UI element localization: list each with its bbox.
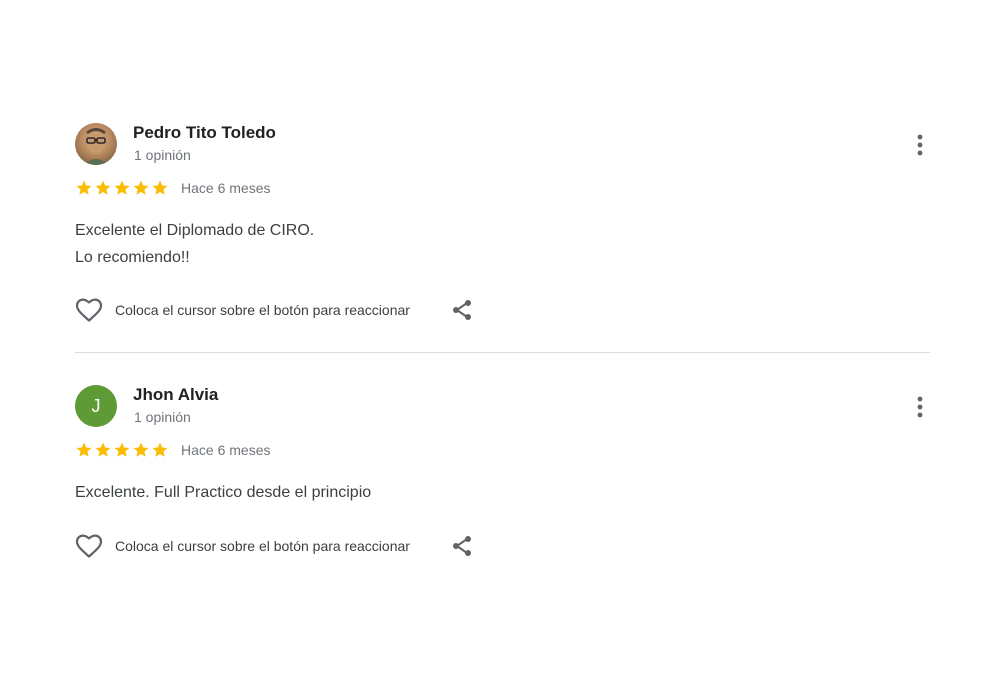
reviewer-name[interactable]: Pedro Tito Toledo <box>133 123 276 143</box>
star-icon <box>114 180 130 195</box>
share-button[interactable] <box>450 298 474 322</box>
share-icon <box>452 536 471 556</box>
more-options-button[interactable] <box>910 133 930 157</box>
star-icon <box>133 180 149 195</box>
star-icon <box>152 180 168 195</box>
rating-row: Hace 6 meses <box>75 179 270 197</box>
reviewer-review-count: 1 opinión <box>134 147 191 163</box>
react-button[interactable]: Coloca el cursor sobre el botón para rea… <box>75 297 410 323</box>
star-icon <box>76 442 92 457</box>
rating-row: Hace 6 meses <box>75 441 270 459</box>
star-icon <box>76 180 92 195</box>
star-rating <box>75 441 169 459</box>
review-date: Hace 6 meses <box>181 442 271 458</box>
star-rating <box>75 179 169 197</box>
react-label: Coloca el cursor sobre el botón para rea… <box>115 302 410 318</box>
react-button[interactable]: Coloca el cursor sobre el botón para rea… <box>75 533 410 559</box>
share-button[interactable] <box>450 534 474 558</box>
heart-outline-icon <box>75 298 103 322</box>
avatar[interactable] <box>75 123 117 165</box>
review-divider <box>75 352 930 353</box>
review-date: Hace 6 meses <box>181 180 271 196</box>
avatar-letter: J <box>91 395 101 416</box>
heart-outline-icon <box>75 534 103 558</box>
star-icon <box>114 442 130 457</box>
review-actions: Coloca el cursor sobre el botón para rea… <box>75 533 474 559</box>
reviewer-name[interactable]: Jhon Alvia <box>133 385 218 405</box>
star-icon <box>152 442 168 457</box>
more-options-button[interactable] <box>910 395 930 419</box>
avatar[interactable]: J <box>75 385 117 427</box>
avatar-photo-icon <box>83 128 109 165</box>
share-icon <box>452 300 471 320</box>
star-icon <box>133 442 149 457</box>
more-vert-icon <box>917 134 923 156</box>
react-label: Coloca el cursor sobre el botón para rea… <box>115 538 410 554</box>
review-text: Excelente. Full Practico desde el princi… <box>75 484 372 501</box>
reviewer-review-count: 1 opinión <box>134 409 191 425</box>
review-text: Excelente el Diplomado de CIRO. Lo recom… <box>75 222 315 266</box>
star-icon <box>95 442 111 457</box>
star-icon <box>95 180 111 195</box>
more-vert-icon <box>917 396 923 418</box>
review-actions: Coloca el cursor sobre el botón para rea… <box>75 297 474 323</box>
